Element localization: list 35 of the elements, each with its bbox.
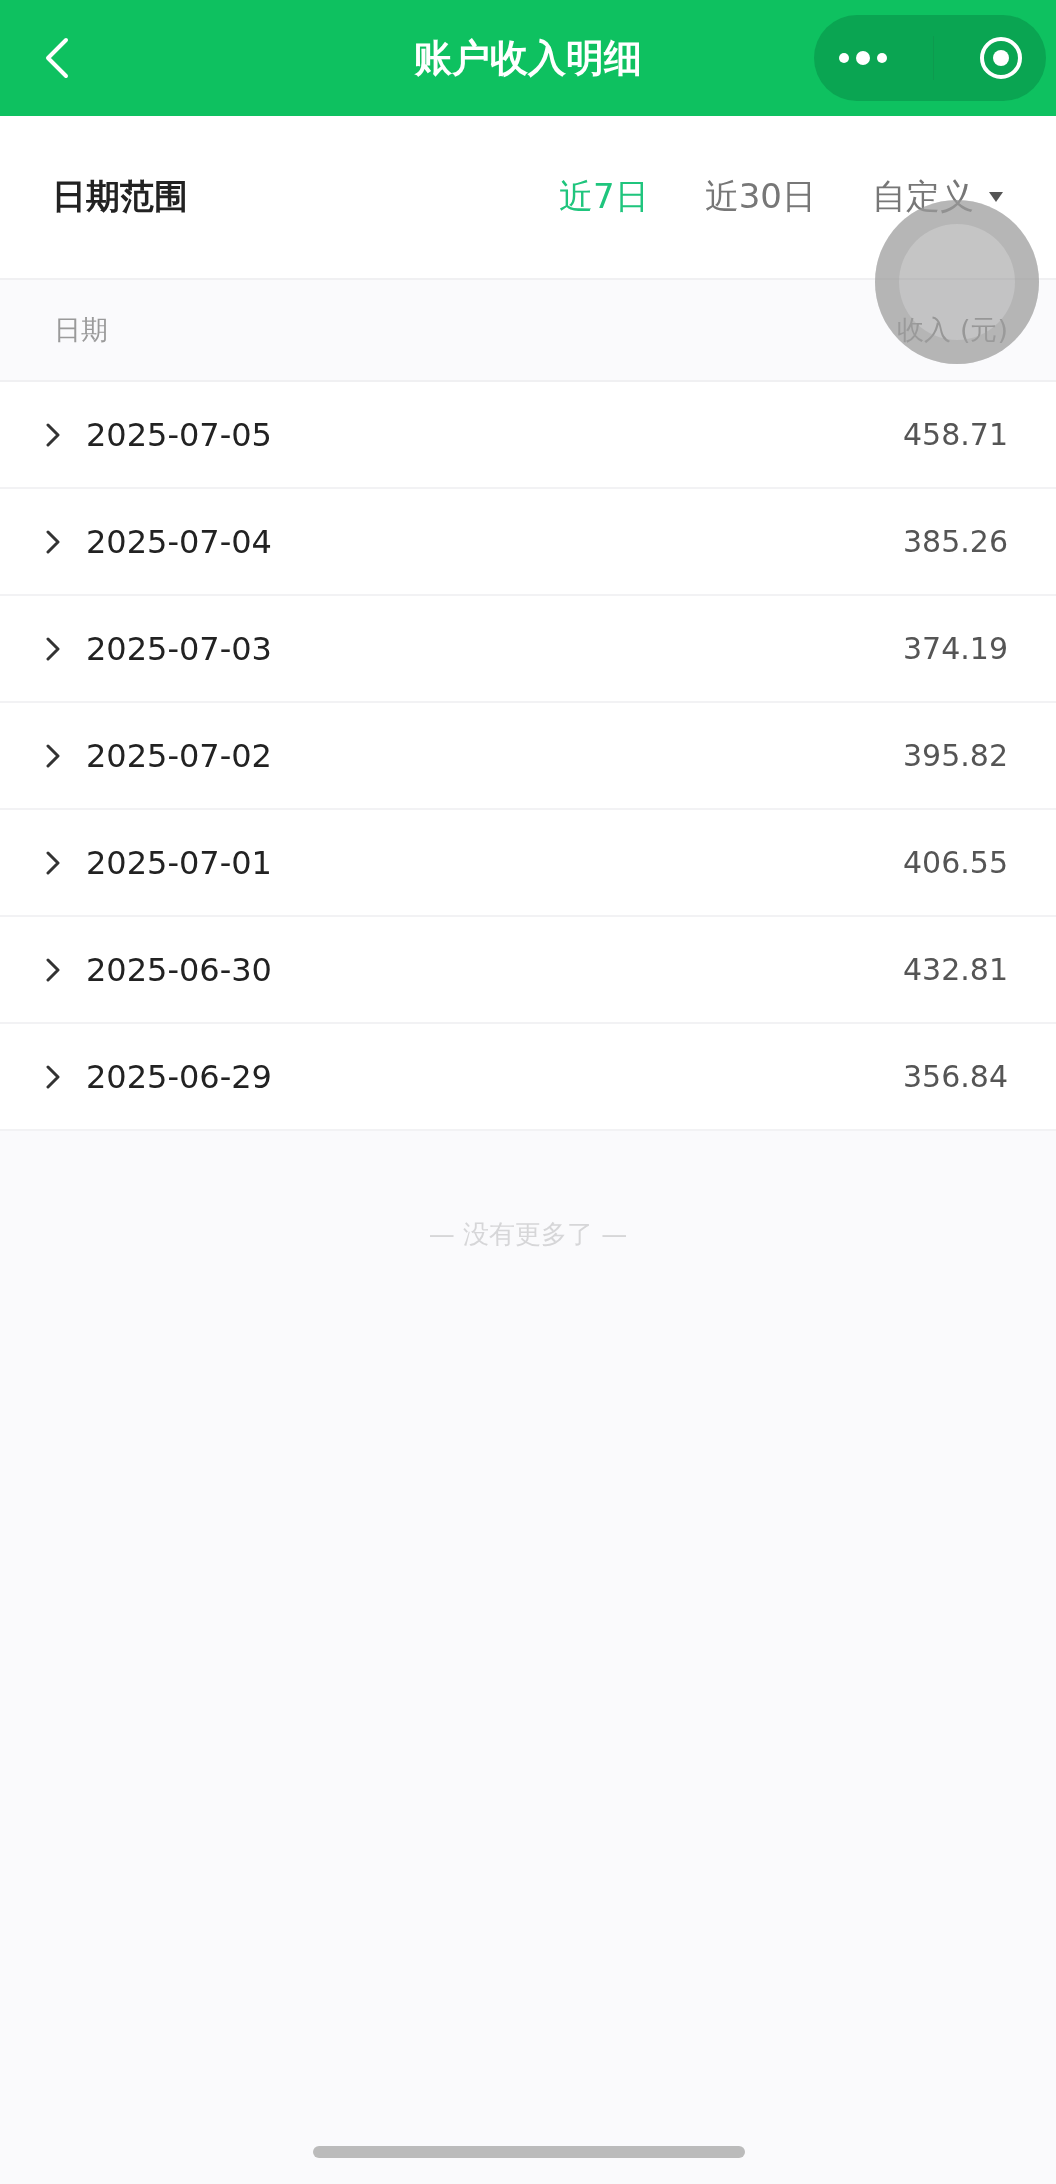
income-amount: 432.81: [903, 952, 1008, 987]
date-text: 2025-07-02: [86, 736, 272, 775]
date-text: 2025-06-30: [86, 950, 272, 989]
chevron-right-icon: [46, 850, 60, 875]
date-text: 2025-07-05: [86, 415, 272, 454]
chevron-right-icon: [46, 743, 60, 768]
income-row[interactable]: 2025-07-01 406.55: [0, 810, 1056, 917]
income-amount: 406.55: [903, 845, 1008, 880]
page-title: 账户收入明细: [413, 34, 643, 82]
chevron-right-icon: [46, 422, 60, 447]
column-header: 日期: [54, 313, 108, 347]
chevron-right-icon: [46, 529, 60, 554]
date-text: 2025-07-04: [86, 522, 272, 561]
income-row[interactable]: 2025-07-02 395.82: [0, 703, 1056, 810]
income-row[interactable]: 2025-07-05 458.71: [0, 382, 1056, 489]
income-amount: 385.26: [903, 524, 1008, 559]
date-text: 2025-07-01: [86, 843, 272, 882]
income-row[interactable]: 2025-06-30 432.81: [0, 917, 1056, 1024]
filter-label: 日期范围: [52, 175, 188, 218]
income-amount: 395.82: [903, 738, 1008, 773]
close-target-icon[interactable]: [978, 35, 1025, 81]
chevron-right-icon: [46, 636, 60, 661]
chevron-right-icon: [46, 957, 60, 982]
custom-range-dropdown[interactable]: 自定义: [872, 174, 1004, 220]
caret-icon: [988, 191, 1004, 203]
income-row[interactable]: 2025-07-03 374.19: [0, 596, 1056, 703]
date-text: 2025-06-29: [86, 1057, 272, 1096]
date-text: 2025-07-03: [86, 629, 272, 668]
income-amount: 356.84: [903, 1059, 1008, 1094]
date-range-tab[interactable]: 近30日: [704, 174, 816, 220]
income-row[interactable]: 2025-06-29 356.84: [0, 1024, 1056, 1131]
income-amount: 458.71: [903, 417, 1008, 452]
income-amount: 374.19: [903, 631, 1008, 666]
income-row[interactable]: 2025-07-04 385.26: [0, 489, 1056, 596]
chevron-right-icon: [46, 1064, 60, 1089]
